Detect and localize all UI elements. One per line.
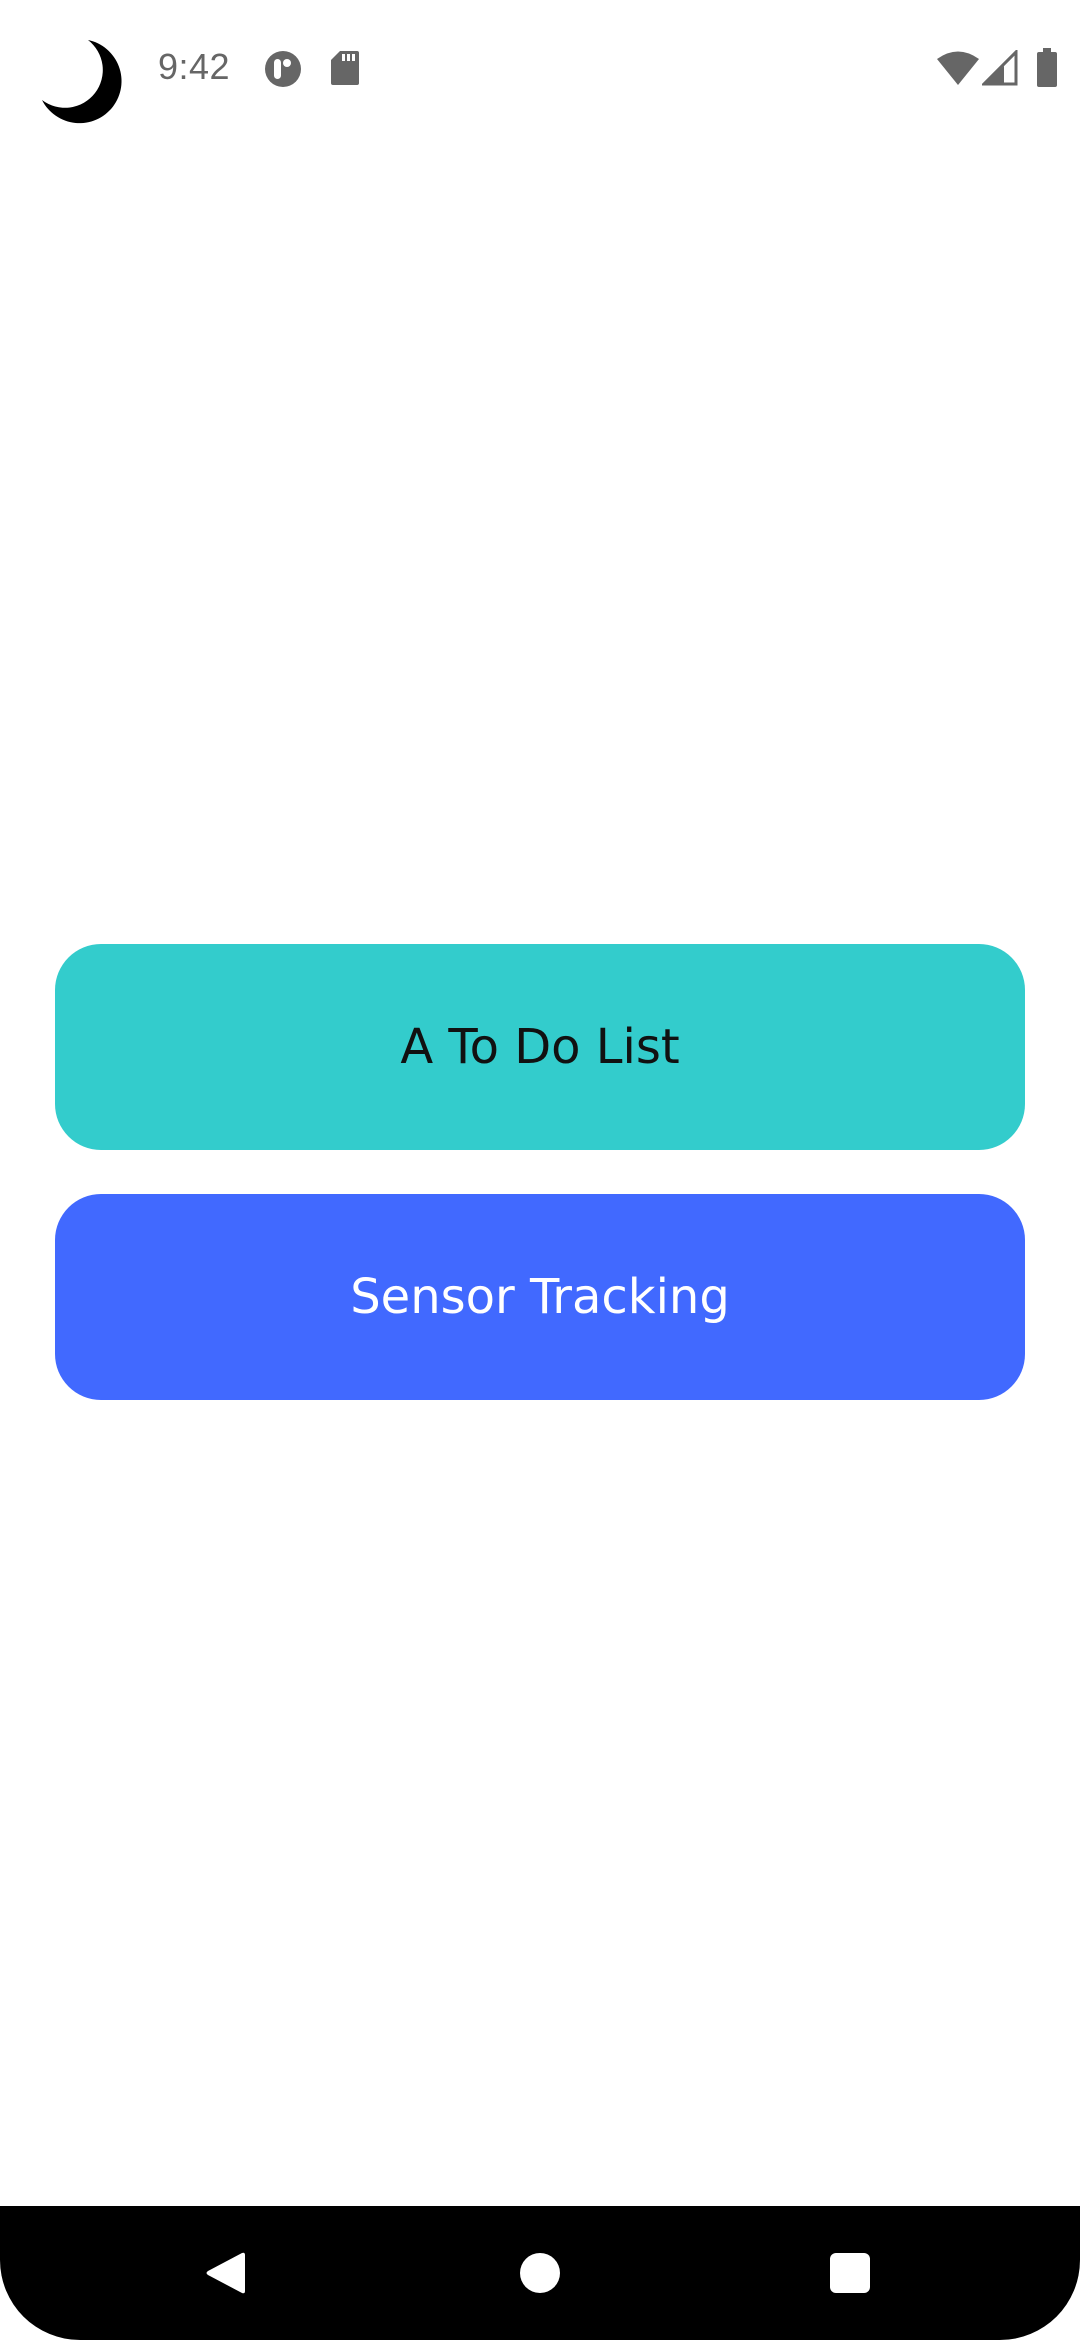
app-screen: 9:42 A To Do List Sensor Tracking: [0, 0, 1080, 2340]
todo-list-button[interactable]: A To Do List: [55, 944, 1025, 1150]
status-bar: 9:42: [0, 0, 1080, 140]
status-time: 9:42: [158, 46, 231, 87]
sd-card-icon: [331, 51, 359, 85]
navigation-bar: [0, 2206, 1080, 2340]
wifi-icon: [937, 51, 979, 85]
notification-app-icon: [265, 51, 301, 87]
back-icon[interactable]: [205, 2250, 245, 2296]
battery-icon: [1037, 48, 1057, 87]
sensor-tracking-button[interactable]: Sensor Tracking: [55, 1194, 1025, 1400]
moon-icon: [42, 40, 122, 124]
cell-signal-icon: [982, 50, 1018, 86]
home-icon[interactable]: [520, 2253, 560, 2293]
recents-icon[interactable]: [830, 2253, 870, 2293]
